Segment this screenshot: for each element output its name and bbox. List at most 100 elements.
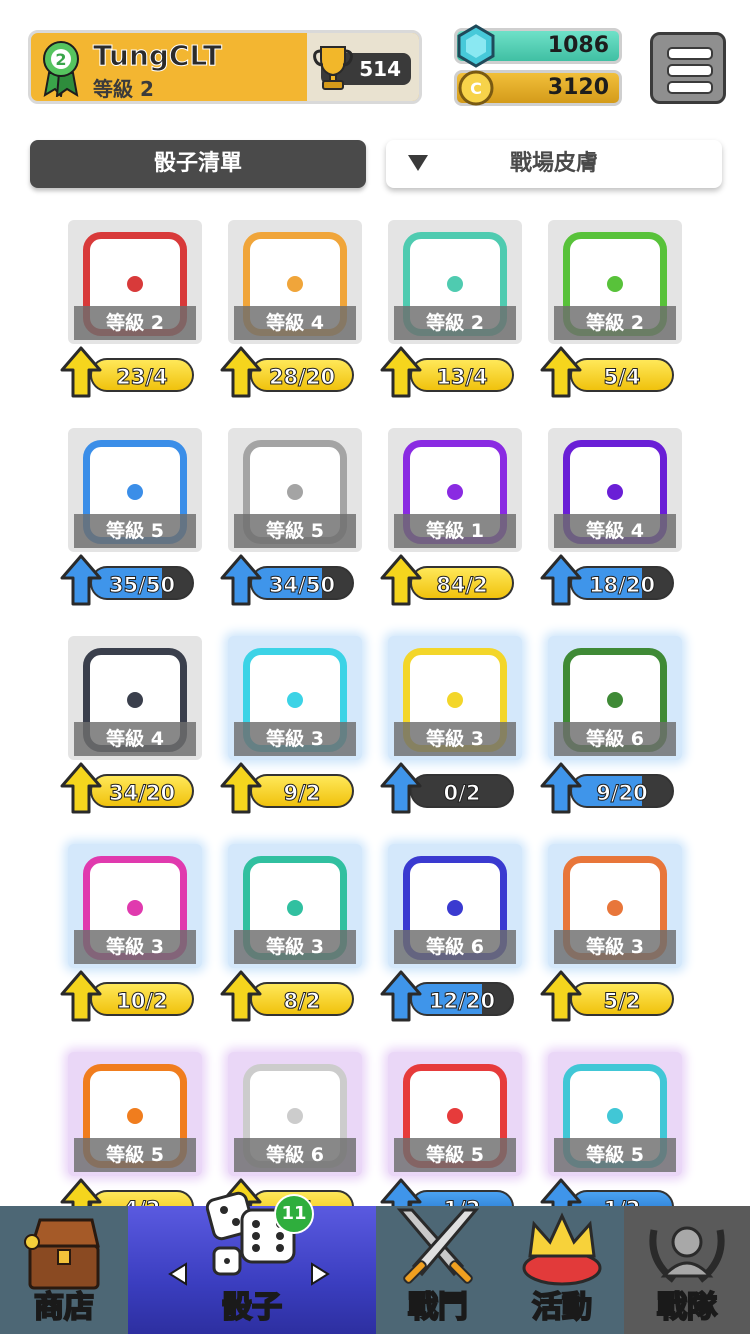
upgrade-progress[interactable]: 34/50 — [250, 566, 354, 600]
upgrade-arrow-icon — [60, 346, 102, 398]
upgrade-progress[interactable]: 5/4 — [570, 358, 674, 392]
dice-card[interactable]: 等級 3 — [548, 844, 682, 968]
upgrade-progress[interactable]: 18/20 — [570, 566, 674, 600]
dice-level-label: 等級 3 — [234, 930, 356, 964]
dice-level-label: 等級 6 — [554, 722, 676, 756]
dice-pip — [287, 484, 303, 500]
nav-shop-label: 商店 — [33, 1289, 95, 1326]
upgrade-arrow-icon — [220, 346, 262, 398]
nav-dice-label: 骰子 — [221, 1289, 283, 1326]
dice-pip — [127, 484, 143, 500]
dice-level-label: 等級 3 — [554, 930, 676, 964]
dice-pip — [607, 692, 623, 708]
dice-card[interactable]: 等級 4 — [228, 220, 362, 344]
upgrade-progress[interactable]: 34/20 — [90, 774, 194, 808]
dice-card[interactable]: 等級 3 — [388, 636, 522, 760]
dice-pip — [447, 276, 463, 292]
upgrade-arrow-icon — [540, 970, 582, 1022]
dice-card[interactable]: 等級 5 — [388, 1052, 522, 1176]
upgrade-arrow-icon — [60, 970, 102, 1022]
upgrade-progress[interactable]: 28/20 — [250, 358, 354, 392]
upgrade-arrow-icon — [380, 554, 422, 606]
treasure-chest-icon — [24, 1218, 100, 1290]
dice-card[interactable]: 等級 6 — [548, 636, 682, 760]
dice-level-label: 等級 5 — [554, 1138, 676, 1172]
upgrade-progress[interactable]: 8/2 — [250, 982, 354, 1016]
dice-card[interactable]: 等級 4 — [68, 636, 202, 760]
dice-pip — [607, 484, 623, 500]
dice-card[interactable]: 等級 3 — [228, 844, 362, 968]
dice-badge: 11 — [274, 1194, 314, 1234]
upgrade-progress[interactable]: 84/2 — [410, 566, 514, 600]
crossed-swords-icon — [396, 1208, 480, 1284]
dice-pip — [127, 1108, 143, 1124]
upgrade-arrow-icon — [60, 762, 102, 814]
upgrade-progress[interactable]: 12/20 — [410, 982, 514, 1016]
nav-shop[interactable]: 商店 — [0, 1206, 128, 1334]
dice-level-label: 等級 6 — [234, 1138, 356, 1172]
nav-events[interactable]: 活動 — [500, 1206, 624, 1334]
dice-pip — [447, 484, 463, 500]
dice-pip — [287, 1108, 303, 1124]
nav-clan-label: 戰隊 — [656, 1289, 718, 1326]
dice-level-label: 等級 5 — [394, 1138, 516, 1172]
upgrade-progress[interactable]: 4/2 — [90, 1190, 194, 1206]
dice-pip — [127, 692, 143, 708]
upgrade-progress[interactable]: 10/2 — [90, 982, 194, 1016]
dice-card[interactable]: 等級 6 — [388, 844, 522, 968]
upgrade-arrow-icon — [220, 762, 262, 814]
dice-level-label: 等級 5 — [234, 514, 356, 548]
crown-icon — [522, 1212, 602, 1286]
upgrade-progress[interactable]: 1/2 — [410, 1190, 514, 1206]
dice-level-label: 等級 3 — [234, 722, 356, 756]
nav-events-label: 活動 — [531, 1289, 593, 1326]
nav-battle-label: 戰鬥 — [407, 1289, 469, 1326]
upgrade-arrow-icon — [540, 1178, 582, 1206]
dice-level-label: 等級 3 — [74, 930, 196, 964]
dice-pip — [447, 692, 463, 708]
dice-card[interactable]: 等級 3 — [68, 844, 202, 968]
upgrade-arrow-icon — [540, 554, 582, 606]
dice-card[interactable]: 等級 3 — [228, 636, 362, 760]
dice-pip — [447, 900, 463, 916]
dice-pip — [607, 1108, 623, 1124]
dice-card[interactable]: 等級 2 — [388, 220, 522, 344]
upgrade-arrow-icon — [60, 554, 102, 606]
dice-pip — [287, 692, 303, 708]
upgrade-progress[interactable]: 9/2 — [250, 774, 354, 808]
dice-level-label: 等級 5 — [74, 1138, 196, 1172]
dice-level-label: 等級 2 — [554, 306, 676, 340]
nav-clan[interactable]: 戰隊 — [624, 1206, 750, 1334]
dice-level-label: 等級 4 — [74, 722, 196, 756]
dice-card[interactable]: 等級 5 — [68, 428, 202, 552]
upgrade-progress[interactable]: 0/2 — [410, 774, 514, 808]
dice-level-label: 等級 3 — [394, 722, 516, 756]
upgrade-progress[interactable]: 13/4 — [410, 358, 514, 392]
dice-pip — [447, 1108, 463, 1124]
upgrade-arrow-icon — [220, 970, 262, 1022]
upgrade-progress[interactable]: 35/50 — [90, 566, 194, 600]
dice-level-label: 等級 2 — [394, 306, 516, 340]
dice-card[interactable]: 等級 2 — [68, 220, 202, 344]
dice-card[interactable]: 等級 4 — [548, 428, 682, 552]
upgrade-progress[interactable]: 5/2 — [570, 982, 674, 1016]
dice-card[interactable]: 等級 5 — [68, 1052, 202, 1176]
dice-level-label: 等級 5 — [74, 514, 196, 548]
dice-pip — [607, 900, 623, 916]
dice-card[interactable]: 等級 5 — [228, 428, 362, 552]
nav-battle[interactable]: 戰鬥 — [376, 1206, 500, 1334]
dice-card[interactable]: 等級 5 — [548, 1052, 682, 1176]
dice-grid: 等級 2 23/4 等級 4 28/20 等級 2 13/4 等級 2 5/4 等級 5 35/5… — [0, 0, 750, 1206]
upgrade-progress[interactable]: 1/2 — [570, 1190, 674, 1206]
dice-card[interactable]: 等級 2 — [548, 220, 682, 344]
dice-pip — [287, 276, 303, 292]
upgrade-arrow-icon — [220, 554, 262, 606]
dice-card[interactable]: 等級 1 — [388, 428, 522, 552]
nav-dice[interactable]: 11 骰子 — [128, 1191, 376, 1334]
dice-level-label: 等級 2 — [74, 306, 196, 340]
dice-level-label: 等級 1 — [394, 514, 516, 548]
upgrade-progress[interactable]: 9/20 — [570, 774, 674, 808]
upgrade-progress[interactable]: 23/4 — [90, 358, 194, 392]
upgrade-arrow-icon — [540, 762, 582, 814]
dice-card[interactable]: 等級 6 — [228, 1052, 362, 1176]
